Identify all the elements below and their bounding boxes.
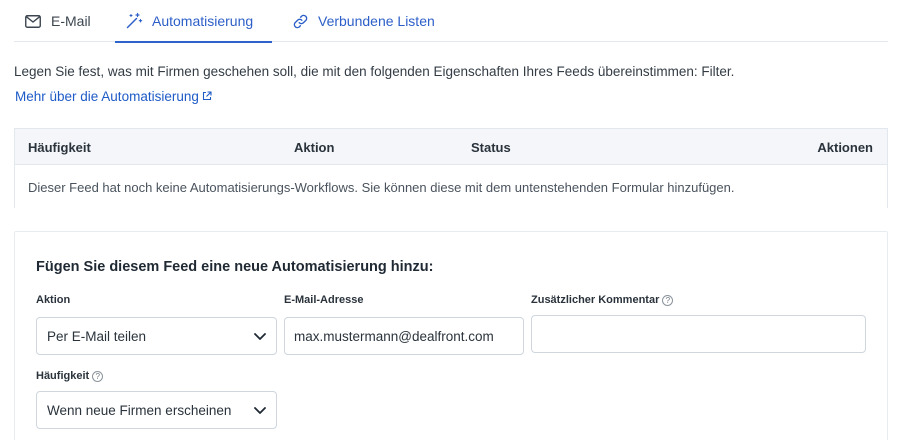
email-input[interactable]	[284, 317, 524, 355]
action-select-value: Per E-Mail teilen	[47, 328, 147, 344]
tab-bar: E-Mail Automatisierung Verbundene Listen	[14, 0, 888, 43]
external-link-icon	[202, 89, 212, 104]
help-icon[interactable]: ?	[92, 370, 104, 382]
tab-automation-label: Automatisierung	[152, 13, 254, 29]
action-label-text: Aktion	[36, 294, 71, 306]
table-empty-message: Dieser Feed hat noch keine Automatisieru…	[28, 180, 735, 195]
tab-email[interactable]: E-Mail	[24, 0, 106, 42]
tab-connected-lists[interactable]: Verbundene Listen	[280, 0, 450, 42]
column-header-actions: Aktionen	[817, 140, 873, 155]
tab-connected-lists-label: Verbundene Listen	[318, 13, 435, 29]
chevron-down-icon	[253, 329, 267, 343]
form-title: Fügen Sie diesem Feed eine neue Automati…	[36, 259, 434, 275]
link-icon	[291, 12, 309, 30]
intro-text: Legen Sie fest, was mit Firmen geschehen…	[14, 64, 735, 79]
magic-wand-icon	[125, 12, 143, 30]
tab-email-label: E-Mail	[51, 13, 91, 29]
action-label: Aktion	[36, 294, 70, 306]
help-icon[interactable]: ?	[662, 294, 674, 306]
comment-label: Zusätzlicher Kommentar ?	[531, 294, 674, 306]
comment-input[interactable]	[531, 315, 866, 353]
column-header-action: Aktion	[294, 140, 335, 155]
table-header: Häufigkeit Aktion Status Aktionen	[15, 129, 887, 165]
frequency-select-value: Wenn neue Firmen erscheinen	[47, 402, 232, 418]
frequency-label: Häufigkeit ?	[36, 370, 104, 382]
email-label: E-Mail-Adresse	[284, 294, 363, 306]
comment-label-text: Zusätzlicher Kommentar	[531, 294, 660, 306]
frequency-select[interactable]: Wenn neue Firmen erscheinen	[36, 391, 277, 429]
column-header-status: Status	[471, 140, 511, 155]
chevron-down-icon	[253, 403, 267, 417]
learn-more-label: Mehr über die Automatisierung	[15, 89, 199, 104]
action-select[interactable]: Per E-Mail teilen	[36, 317, 277, 355]
add-automation-form: Fügen Sie diesem Feed eine neue Automati…	[14, 231, 888, 440]
email-label-text: E-Mail-Adresse	[284, 294, 364, 306]
automation-table: Häufigkeit Aktion Status Aktionen Dieser…	[14, 128, 888, 208]
tab-automation[interactable]: Automatisierung	[115, 0, 272, 43]
frequency-label-text: Häufigkeit	[36, 370, 90, 382]
mail-icon	[24, 12, 42, 30]
learn-more-link[interactable]: Mehr über die Automatisierung	[15, 89, 212, 104]
column-header-frequency: Häufigkeit	[28, 140, 91, 155]
